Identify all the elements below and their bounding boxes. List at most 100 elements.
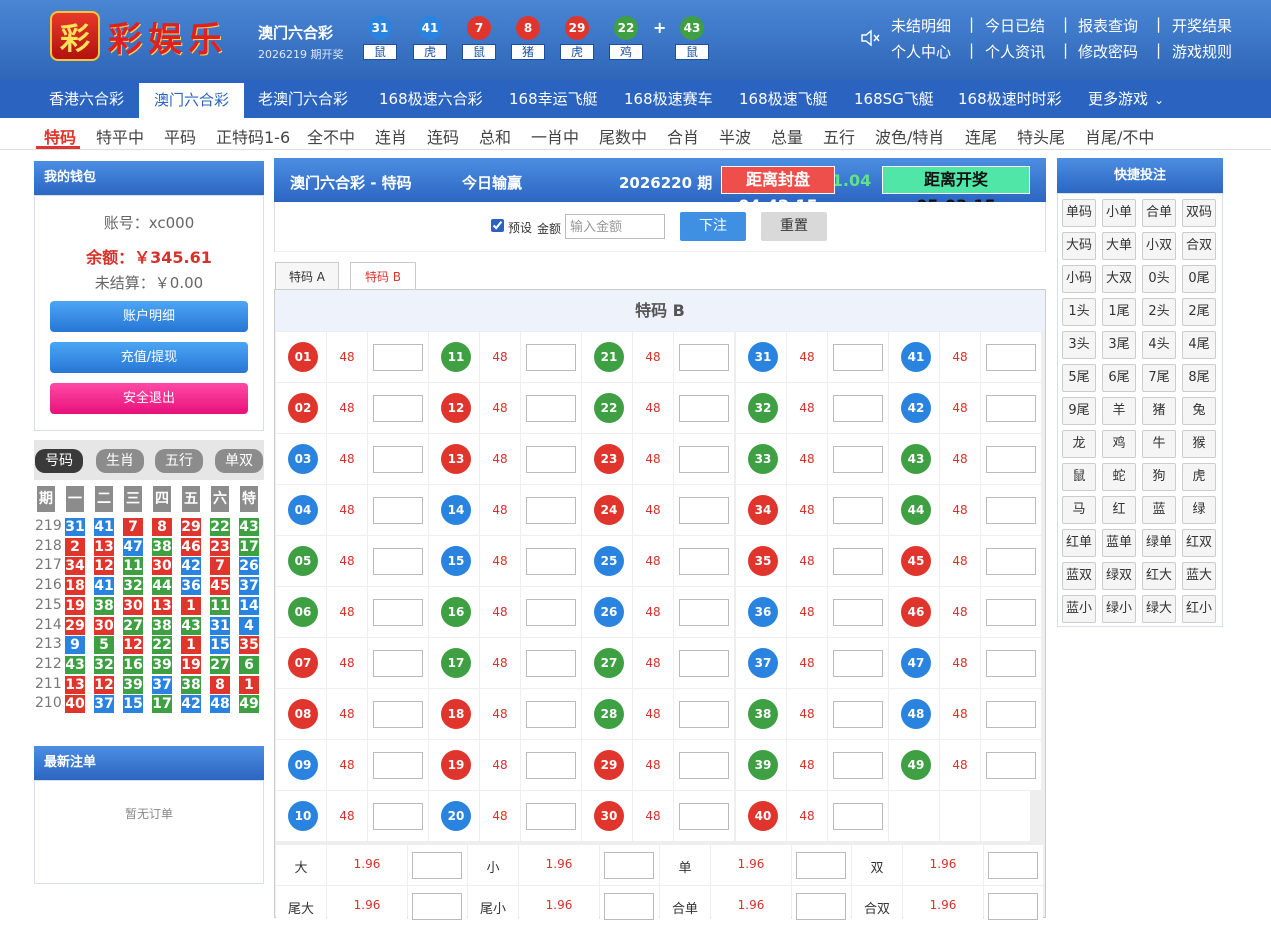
number-ball[interactable]: 39 — [748, 750, 778, 780]
bet-amount-input[interactable] — [373, 701, 423, 728]
bet-amount-input[interactable] — [679, 497, 729, 524]
game-tab[interactable]: 168极速时时彩 — [943, 80, 1077, 118]
bet-amount-input[interactable] — [986, 650, 1036, 677]
game-tab[interactable]: 香港六合彩 — [34, 80, 139, 118]
number-ball[interactable]: 32 — [748, 393, 778, 423]
game-tab[interactable]: 澳门六合彩 — [139, 80, 245, 118]
quick-bet-button[interactable]: 猪 — [1142, 397, 1176, 425]
play-tab[interactable]: 特码 — [44, 124, 76, 148]
quick-bet-button[interactable]: 合双 — [1182, 232, 1216, 260]
number-ball[interactable]: 40 — [748, 801, 778, 831]
quick-bet-button[interactable]: 鼠 — [1062, 463, 1096, 491]
bet-amount-input[interactable] — [526, 395, 576, 422]
number-ball[interactable]: 27 — [594, 648, 624, 678]
number-ball[interactable]: 44 — [901, 495, 931, 525]
bet-amount-input[interactable] — [679, 752, 729, 779]
quick-bet-button[interactable]: 红单 — [1062, 529, 1096, 557]
preset-checkbox[interactable] — [491, 219, 504, 232]
quick-bet-button[interactable]: 9尾 — [1062, 397, 1096, 425]
bet-amount-input[interactable] — [526, 752, 576, 779]
bet-amount-input[interactable] — [679, 599, 729, 626]
game-tab[interactable]: 168极速飞艇 — [724, 80, 843, 118]
number-ball[interactable]: 33 — [748, 444, 778, 474]
number-ball[interactable]: 01 — [288, 342, 318, 372]
tab-tema-a[interactable]: 特码 A — [275, 262, 339, 290]
number-ball[interactable]: 42 — [901, 393, 931, 423]
header-link[interactable]: 未结明细 — [891, 15, 951, 36]
number-ball[interactable]: 46 — [901, 597, 931, 627]
bet-amount-input[interactable] — [679, 803, 729, 830]
play-tab[interactable]: 尾数中 — [599, 124, 647, 148]
bet-amount-input[interactable] — [986, 701, 1036, 728]
quick-bet-button[interactable]: 绿双 — [1102, 562, 1136, 590]
bet-amount-input[interactable] — [986, 395, 1036, 422]
quick-bet-button[interactable]: 蓝单 — [1102, 529, 1136, 557]
bet-amount-input[interactable] — [833, 803, 883, 830]
play-tab[interactable]: 全不中 — [307, 124, 355, 148]
number-ball[interactable]: 03 — [288, 444, 318, 474]
play-tab[interactable]: 五行 — [823, 124, 855, 148]
number-ball[interactable]: 47 — [901, 648, 931, 678]
quick-bet-button[interactable]: 1头 — [1062, 298, 1096, 326]
quick-bet-button[interactable]: 大单 — [1102, 232, 1136, 260]
logo[interactable]: 彩 彩娱乐 — [50, 10, 228, 62]
bet-amount-input[interactable] — [373, 650, 423, 677]
place-bet-button[interactable]: 下注 — [680, 212, 746, 241]
play-tab[interactable]: 肖尾/不中 — [1085, 124, 1154, 148]
header-link[interactable]: 个人资讯 — [985, 41, 1045, 62]
quick-bet-button[interactable]: 4尾 — [1182, 331, 1216, 359]
play-tab[interactable]: 连肖 — [375, 124, 407, 148]
history-tab[interactable]: 生肖 — [96, 449, 144, 473]
quick-bet-button[interactable]: 3头 — [1062, 331, 1096, 359]
quick-bet-button[interactable]: 蓝双 — [1062, 562, 1096, 590]
number-ball[interactable]: 48 — [901, 699, 931, 729]
quick-bet-button[interactable]: 牛 — [1142, 430, 1176, 458]
quick-bet-button[interactable]: 合单 — [1142, 199, 1176, 227]
bet-amount-input[interactable] — [833, 650, 883, 677]
play-tab[interactable]: 半波 — [719, 124, 751, 148]
side-bet-input[interactable] — [604, 852, 654, 879]
bet-amount-input[interactable] — [986, 599, 1036, 626]
bet-amount-input[interactable] — [833, 599, 883, 626]
quick-bet-button[interactable]: 绿 — [1182, 496, 1216, 524]
number-ball[interactable]: 36 — [748, 597, 778, 627]
bet-amount-input[interactable] — [373, 446, 423, 473]
bet-amount-input[interactable] — [833, 344, 883, 371]
play-tab[interactable]: 连尾 — [965, 124, 997, 148]
bet-amount-input[interactable] — [833, 395, 883, 422]
game-tab[interactable]: 168SG飞艇 — [839, 80, 949, 118]
bet-amount-input[interactable] — [373, 752, 423, 779]
number-ball[interactable]: 06 — [288, 597, 318, 627]
number-ball[interactable]: 07 — [288, 648, 318, 678]
quick-bet-button[interactable]: 2头 — [1142, 298, 1176, 326]
amount-input[interactable] — [565, 214, 665, 239]
number-ball[interactable]: 45 — [901, 546, 931, 576]
header-link[interactable]: 游戏规则 — [1172, 41, 1232, 62]
number-ball[interactable]: 24 — [594, 495, 624, 525]
bet-amount-input[interactable] — [986, 497, 1036, 524]
history-tab[interactable]: 单双 — [215, 449, 263, 473]
number-ball[interactable]: 30 — [594, 801, 624, 831]
bet-amount-input[interactable] — [833, 497, 883, 524]
history-tab[interactable]: 五行 — [155, 449, 203, 473]
number-ball[interactable]: 41 — [901, 342, 931, 372]
bet-amount-input[interactable] — [373, 497, 423, 524]
play-tab[interactable]: 连码 — [427, 124, 459, 148]
number-ball[interactable]: 13 — [441, 444, 471, 474]
play-tab[interactable]: 波色/特肖 — [875, 124, 944, 148]
number-ball[interactable]: 23 — [594, 444, 624, 474]
number-ball[interactable]: 19 — [441, 750, 471, 780]
number-ball[interactable]: 05 — [288, 546, 318, 576]
game-tab[interactable]: 老澳门六合彩 — [243, 80, 363, 118]
bet-amount-input[interactable] — [679, 344, 729, 371]
header-link[interactable]: 报表查询 — [1078, 15, 1138, 36]
number-ball[interactable]: 34 — [748, 495, 778, 525]
number-ball[interactable]: 08 — [288, 699, 318, 729]
header-link[interactable]: 开奖结果 — [1172, 15, 1232, 36]
history-tab[interactable]: 号码 — [35, 449, 83, 473]
bet-amount-input[interactable] — [986, 548, 1036, 575]
quick-bet-button[interactable]: 狗 — [1142, 463, 1176, 491]
quick-bet-button[interactable]: 5尾 — [1062, 364, 1096, 392]
side-bet-input[interactable] — [988, 852, 1038, 879]
sound-muted-icon[interactable] — [860, 28, 882, 48]
